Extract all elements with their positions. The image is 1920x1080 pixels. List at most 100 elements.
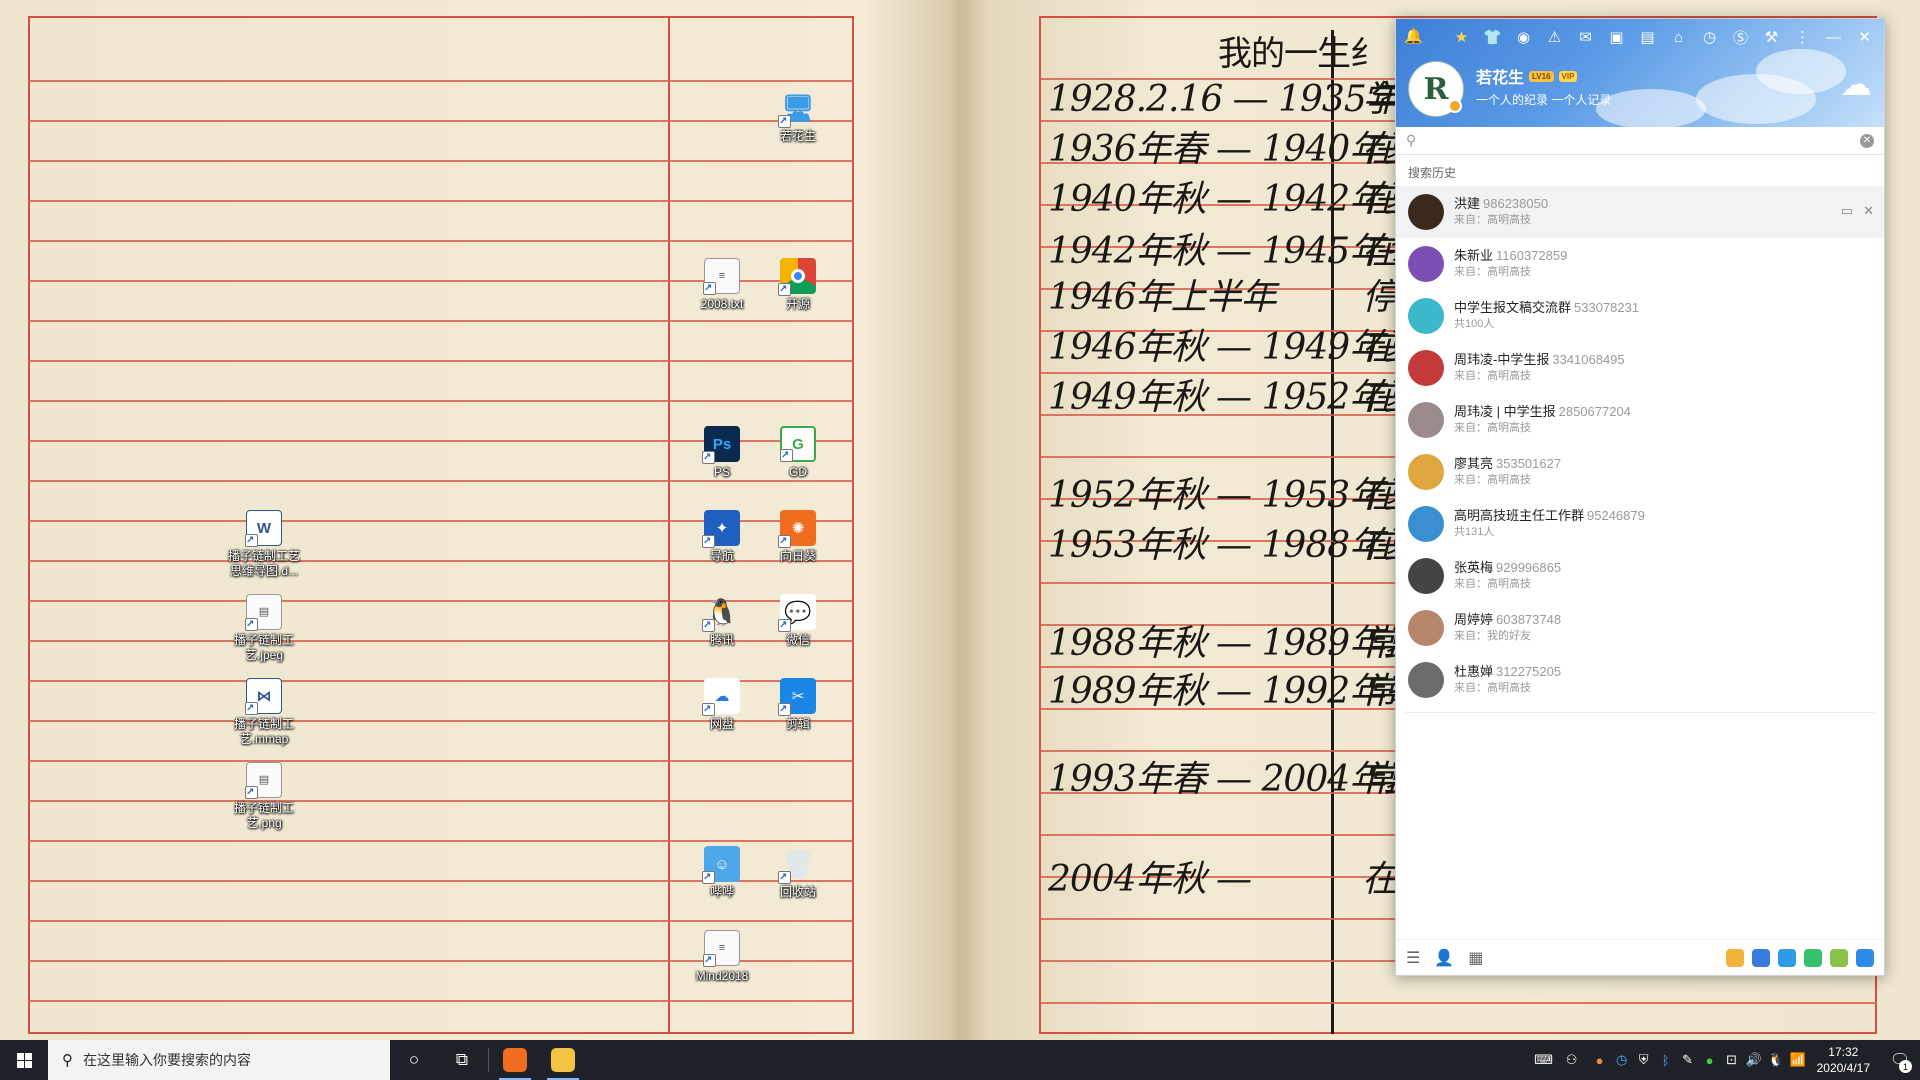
qq-nickname[interactable]: 若花生 — [1476, 64, 1524, 88]
contact-source: 来自：高明高技 — [1454, 266, 1531, 278]
minimize-icon[interactable]: — — [1820, 25, 1847, 49]
remove-history-icon[interactable]: ✕ — [1863, 203, 1874, 219]
taskbar-app-sunflower[interactable] — [491, 1040, 539, 1080]
desktop-icon[interactable]: W播子链制工艺思维导图.d... — [226, 510, 302, 579]
bluetooth-icon[interactable]: ᛒ — [1655, 1053, 1677, 1068]
contact-title: 廖其亮 353501627 — [1454, 455, 1561, 472]
input-method-icon[interactable]: ✎ — [1677, 1052, 1699, 1068]
star-icon[interactable]: ★ — [1448, 25, 1475, 49]
wifi-icon[interactable]: 📶 — [1787, 1052, 1809, 1068]
desktop-icon[interactable]: ▤播子链制工艺.jpeg — [226, 594, 302, 663]
clock-app-icon[interactable]: ◷ — [1611, 1052, 1633, 1068]
desktop-icon[interactable]: 🐧腾讯 — [684, 594, 760, 648]
level-badge[interactable]: LV16 — [1529, 70, 1554, 82]
desktop-icon[interactable]: ⋈播子链制工艺.mmap — [226, 678, 302, 747]
desktop-icon[interactable]: ▤播子链制工艺.png — [226, 762, 302, 831]
clock[interactable]: 17:32 2020/4/17 — [1817, 1044, 1870, 1076]
app-center-icon[interactable] — [1726, 948, 1744, 967]
list-item[interactable]: 高明高技班主任工作群 95246879 共131人 — [1396, 498, 1884, 550]
file-assistant-icon[interactable]: ▦ — [1468, 948, 1483, 968]
contact-name: 周玮凌-中学生报 — [1454, 352, 1550, 367]
list-item[interactable]: 中学生报文稿交流群 533078231 共100人 — [1396, 290, 1884, 342]
keyboard-icon[interactable]: ⌨ — [1533, 1052, 1555, 1068]
qq-signature[interactable]: 一个人的纪录 一个人记录 — [1476, 91, 1611, 108]
wechat-tray-icon[interactable]: ● — [1699, 1053, 1721, 1068]
main-menu-icon[interactable]: ☰ — [1406, 948, 1420, 968]
photoshop-icon: Ps — [702, 426, 740, 465]
desktop-icon[interactable]: ≡2008.txt — [684, 258, 760, 312]
list-item[interactable]: 周玮凌-中学生报 3341068495 来自：高明高技 — [1396, 342, 1884, 394]
list-item[interactable]: 周婷婷 603873748 来自：我的好友 — [1396, 602, 1884, 654]
game-icon[interactable]: ◉ — [1510, 25, 1537, 49]
list-item[interactable]: 朱新业 1160372859 来自：高明高技 — [1396, 238, 1884, 290]
notification-count: 1 — [1899, 1060, 1912, 1073]
close-icon[interactable]: ✕ — [1851, 25, 1878, 49]
qq-bell-icon[interactable]: 🔔 — [1404, 27, 1423, 45]
sogou-icon[interactable]: Ⓢ — [1727, 25, 1754, 49]
apps-icon[interactable] — [1856, 948, 1874, 967]
task-view-icon[interactable]: ⧉ — [438, 1040, 486, 1080]
desktop-icon[interactable]: G GD — [760, 426, 836, 480]
pet-icon[interactable] — [1830, 948, 1848, 967]
avatar[interactable]: R — [1409, 62, 1463, 116]
play-icon[interactable] — [1804, 948, 1822, 967]
add-friend-icon[interactable]: 👤 — [1434, 948, 1454, 968]
clock-icon[interactable]: ◷ — [1696, 25, 1723, 49]
desktop-icon[interactable]: ✺向日葵 — [760, 510, 836, 564]
desktop-icon[interactable]: ✂剪辑 — [760, 678, 836, 732]
weiyun-icon[interactable] — [1778, 948, 1796, 967]
handwritten-side-glyph: 在 — [1362, 377, 1398, 418]
contact-title: 朱新业 1160372859 — [1454, 247, 1567, 264]
ruled-line — [28, 800, 854, 802]
qq-tray-icon[interactable]: 🐧 — [1765, 1052, 1787, 1068]
desktop-icon[interactable]: 🖥若花生 — [760, 90, 836, 144]
taskbar-app-file-explorer[interactable] — [539, 1040, 587, 1080]
contact-avatar — [1408, 506, 1444, 542]
contact-meta: 洪建 986238050 来自：高明高技 — [1454, 195, 1548, 229]
contact-source: 共131人 — [1454, 526, 1495, 538]
profile-card-icon[interactable]: ▭ — [1841, 203, 1853, 219]
shield-icon[interactable]: ⛨ — [1633, 1052, 1655, 1068]
camera-icon[interactable]: ⌂ — [1665, 25, 1692, 49]
contact-title: 周玮凌 | 中学生报 2850677204 — [1454, 403, 1631, 420]
desktop-icon[interactable]: PsPS — [684, 426, 760, 480]
qq-nickname-row: 若花生 LV16 VIP — [1476, 64, 1578, 88]
cortana-icon[interactable]: ○ — [390, 1040, 438, 1080]
taskbar-search-box[interactable]: ⚲ 在这里输入你要搜索的内容 — [48, 1040, 390, 1080]
box-icon[interactable]: ▣ — [1603, 25, 1630, 49]
desktop-icon[interactable]: ☁网盘 — [684, 678, 760, 732]
wechat-icon: 💬 — [778, 594, 816, 633]
desktop-icon[interactable]: ☺哔哔 — [684, 846, 760, 900]
volume-icon[interactable]: 🔊 — [1743, 1052, 1765, 1068]
action-center-button[interactable]: 🗨 1 — [1880, 1040, 1920, 1080]
list-item[interactable]: 周玮凌 | 中学生报 2850677204 来自：高明高技 — [1396, 394, 1884, 446]
wallet-icon[interactable]: ▤ — [1634, 25, 1661, 49]
list-item[interactable]: 廖其亮 353501627 来自：高明高技 — [1396, 446, 1884, 498]
tools-icon[interactable]: ⚒ — [1758, 25, 1785, 49]
tencent-video-icon[interactable] — [1752, 948, 1770, 967]
search-input[interactable] — [1424, 133, 1860, 148]
clear-search-icon[interactable]: ✕ — [1860, 133, 1874, 148]
desktop-icon[interactable]: ≡Mind2018 — [684, 930, 760, 984]
handwritten-side-glyph: 在 — [1362, 327, 1398, 368]
mail-icon[interactable]: ✉ — [1572, 25, 1599, 49]
more-icon[interactable]: ⋮ — [1789, 25, 1816, 49]
people-icon[interactable]: ⚇ — [1561, 1052, 1583, 1068]
list-item[interactable]: 张英梅 929996865 来自：高明高技 — [1396, 550, 1884, 602]
sunflower-tray-icon[interactable]: ● — [1589, 1053, 1611, 1068]
clock-time: 17:32 — [1828, 1045, 1859, 1059]
weather-icon[interactable]: ☁ — [1840, 65, 1872, 103]
list-item[interactable]: 杜惠婵 312275205 来自：高明高技 — [1396, 654, 1884, 706]
skin-icon[interactable]: 👕 — [1479, 25, 1506, 49]
desktop-icon[interactable]: 开源 — [760, 258, 836, 312]
start-button[interactable] — [0, 1040, 48, 1080]
warning-icon[interactable]: ⚠ — [1541, 25, 1568, 49]
desktop-icon[interactable]: 💬微信 — [760, 594, 836, 648]
vip-badge[interactable]: VIP — [1558, 70, 1578, 82]
contact-number: 603873748 — [1496, 612, 1562, 627]
desktop-icon[interactable]: ✦导航 — [684, 510, 760, 564]
desktop-icon[interactable]: 🗑回收站 — [760, 846, 836, 900]
qq-icon: 🐧 — [702, 594, 740, 633]
list-item[interactable]: 洪建 986238050 来自：高明高技 ▭ ✕ — [1396, 186, 1884, 238]
network-icon[interactable]: ⊡ — [1721, 1052, 1743, 1068]
